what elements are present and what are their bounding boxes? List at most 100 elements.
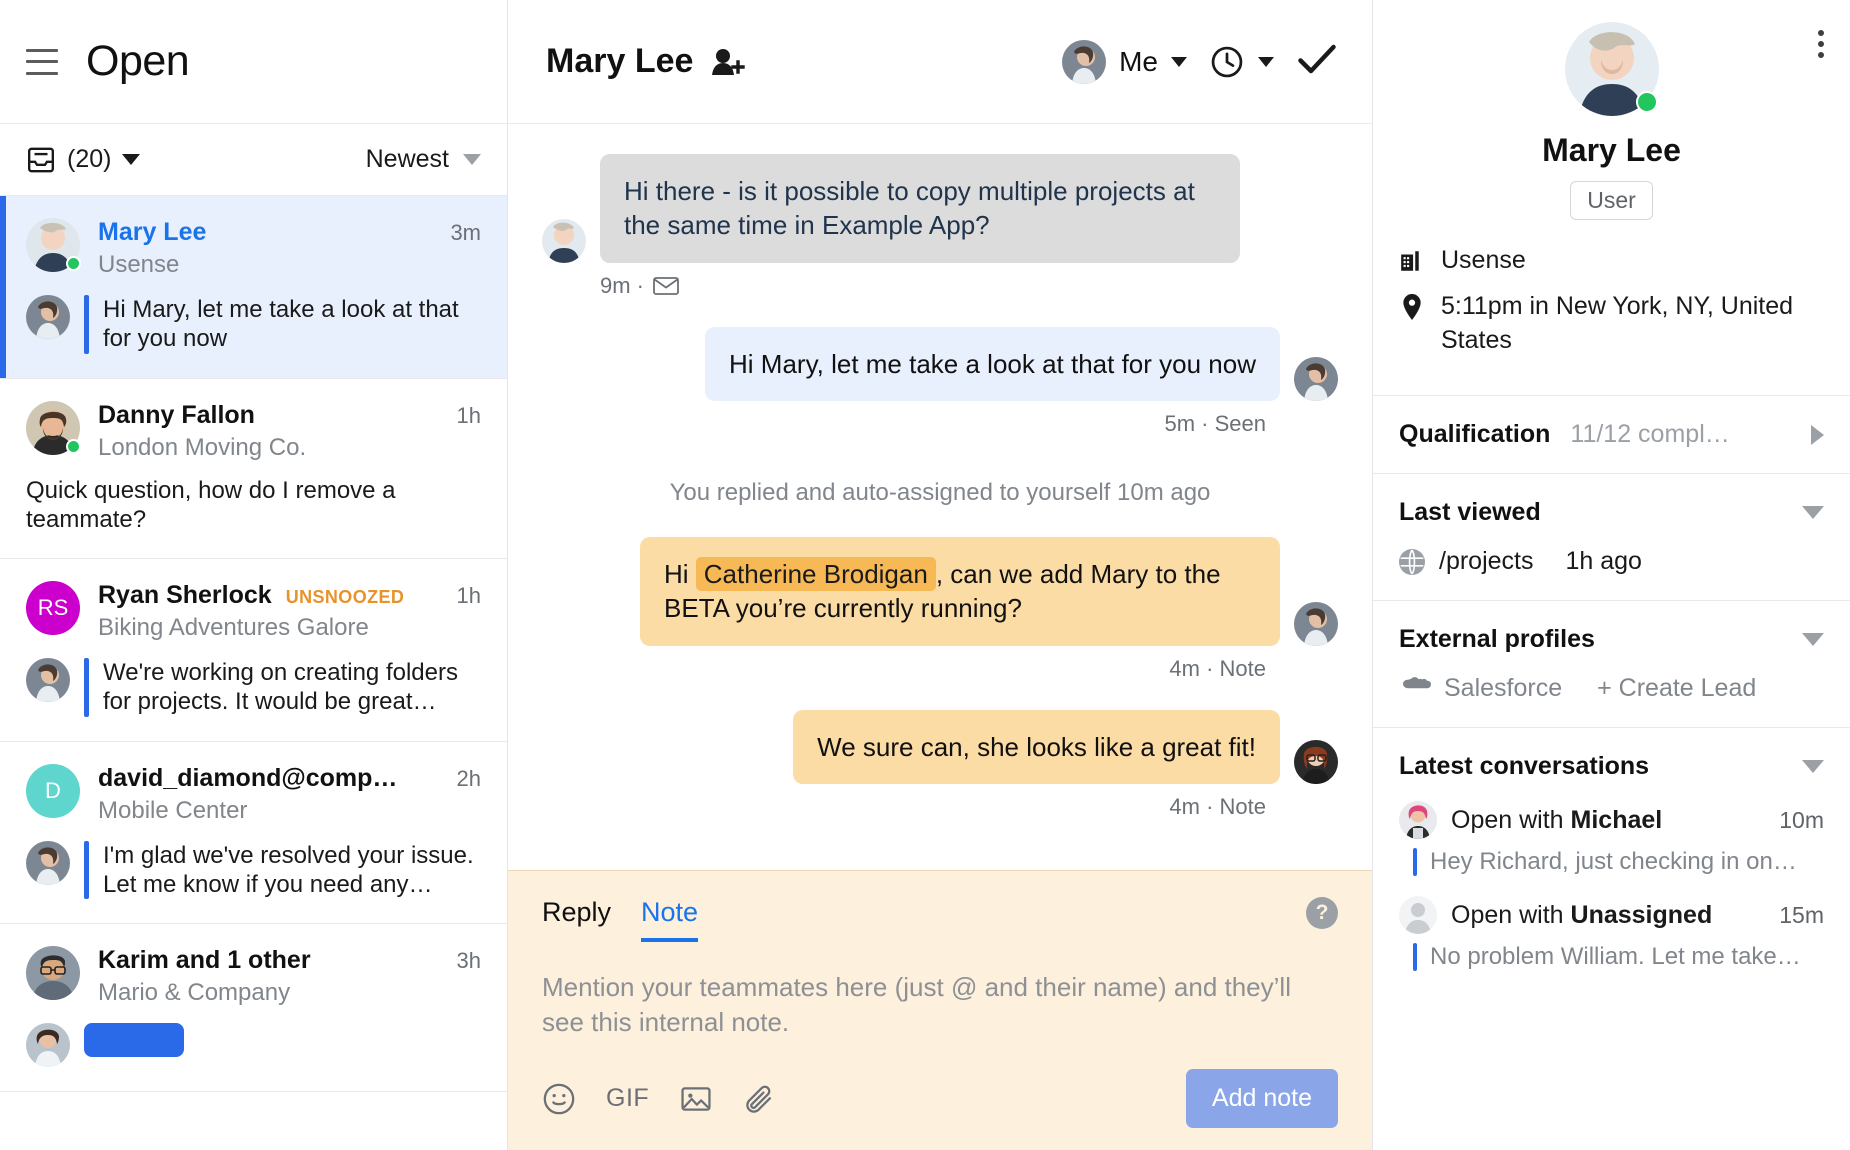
qualification-section[interactable]: Qualification 11/12 compl… [1373, 395, 1850, 473]
clock-icon [1209, 44, 1245, 80]
list-item-preview: Hi Mary, let me take a look at that for … [103, 295, 481, 354]
add-note-button[interactable]: Add note [1186, 1069, 1338, 1128]
last-viewed-item[interactable]: /projects 1h ago [1399, 547, 1824, 576]
lc-prefix: Open with [1451, 806, 1571, 834]
profile-facts: Usense 5:11pm in New York, NY, United St… [1373, 220, 1850, 395]
latest-conversation-preview: No problem William. Let me take… [1430, 943, 1801, 971]
message-bubble: Hi there - is it possible to copy multip… [600, 154, 1240, 263]
avatar [26, 841, 70, 885]
chevron-down-icon [463, 154, 481, 165]
profile-header: Mary Lee User [1373, 0, 1850, 220]
chevron-down-icon[interactable] [1802, 506, 1824, 519]
list-item[interactable]: Danny Fallon 1h London Moving Co. Quick … [0, 379, 507, 560]
list-item[interactable]: Karim and 1 other 3h Mario & Company [0, 924, 507, 1092]
close-conversation-button[interactable] [1296, 41, 1338, 82]
list-item-company: London Moving Co. [98, 434, 481, 462]
tab-note[interactable]: Note [641, 897, 698, 942]
add-person-icon[interactable] [711, 47, 745, 77]
inbox-panel: Open (20) Newest [0, 0, 508, 1150]
note-indicator-bar [1413, 848, 1417, 876]
online-indicator [1636, 91, 1658, 113]
page-title: Open [86, 37, 189, 86]
list-item-name: Karim and 1 other [98, 946, 311, 975]
list-item-preview: Quick question, how do I remove a teamma… [26, 476, 481, 535]
chevron-right-icon[interactable] [1811, 425, 1824, 445]
list-item-name: Mary Lee [98, 218, 206, 247]
list-item-time: 2h [457, 766, 481, 792]
chevron-down-icon[interactable] [1802, 633, 1824, 646]
note-indicator-bar [84, 841, 89, 900]
online-indicator [66, 256, 81, 271]
lc-assignee: Michael [1571, 806, 1663, 834]
section-title: Qualification [1399, 420, 1550, 449]
salesforce-cloud-icon [1399, 674, 1431, 703]
message-bubble: Hi Mary, let me take a look at that for … [705, 327, 1280, 401]
inbox-count-dropdown[interactable]: (20) [26, 145, 140, 174]
gif-button[interactable]: GIF [606, 1084, 649, 1113]
viewed-path: /projects [1439, 547, 1533, 576]
list-item-name: Danny Fallon [98, 401, 255, 430]
external-profiles-section: External profiles Salesforce + Create Le… [1373, 600, 1850, 727]
list-item-time: 1h [457, 403, 481, 429]
question-mark-icon[interactable]: ? [1306, 897, 1338, 929]
list-item-name: david_diamond@comp… [98, 764, 397, 793]
avatar [26, 658, 70, 702]
avatar [1294, 602, 1338, 646]
external-provider-name: Salesforce [1444, 674, 1562, 703]
composer-tabs: Reply Note ? [542, 897, 1338, 942]
message-bubble: We sure can, she looks like a great fit! [793, 710, 1280, 784]
list-item[interactable]: D david_diamond@comp… 2h Mobile Center [0, 742, 507, 925]
fact-text: Usense [1441, 244, 1526, 278]
section-title: Last viewed [1399, 498, 1541, 527]
conversation-panel: Mary Lee Me [508, 0, 1373, 1150]
list-item[interactable]: RS Ryan Sherlock UNSNOOZED 1h Biking Adv… [0, 559, 507, 742]
list-item[interactable]: Mary Lee 3m Usense Hi Mary, let me take … [0, 196, 507, 379]
note-indicator-bar [84, 295, 89, 354]
note-indicator-bar [84, 658, 89, 717]
chevron-down-icon [1171, 57, 1187, 67]
list-item-company: Biking Adventures Galore [98, 614, 481, 642]
attachment-icon[interactable] [743, 1082, 777, 1116]
avatar [1399, 801, 1437, 839]
checkmark-icon [1296, 41, 1338, 77]
kebab-menu-icon[interactable] [1818, 30, 1824, 58]
avatar [26, 1023, 70, 1067]
emoji-icon[interactable] [542, 1082, 576, 1116]
avatar-initials: RS [26, 581, 80, 635]
list-item-preview: We're working on creating folders for pr… [103, 658, 481, 717]
message-note: Hi Catherine Brodigan, can we add Mary t… [542, 537, 1338, 646]
section-title: External profiles [1399, 625, 1595, 654]
latest-conversation-item[interactable]: Open with Unassigned 15m No problem Will… [1399, 896, 1824, 971]
inbox-header: Open [0, 0, 507, 124]
avatar [1294, 357, 1338, 401]
fact-location: 5:11pm in New York, NY, United States [1399, 290, 1824, 358]
message-note: We sure can, she looks like a great fit! [542, 710, 1338, 784]
latest-conversation-item[interactable]: Open with Michael 10m Hey Richard, just … [1399, 801, 1824, 876]
image-icon[interactable] [679, 1082, 713, 1116]
conversation-title: Mary Lee [546, 42, 693, 81]
avatar [26, 401, 80, 455]
message-bubble: Hi Catherine Brodigan, can we add Mary t… [640, 537, 1280, 646]
snooze-dropdown[interactable] [1209, 44, 1274, 80]
list-item-name: Ryan Sherlock [98, 581, 272, 610]
create-lead-button[interactable]: + Create Lead [1597, 674, 1756, 703]
chevron-down-icon[interactable] [1802, 760, 1824, 773]
location-pin-icon [1399, 290, 1425, 320]
avatar [1062, 40, 1106, 84]
tab-reply[interactable]: Reply [542, 897, 611, 938]
hamburger-icon[interactable] [26, 49, 58, 75]
list-item-preview: I'm glad we've resolved your issue. Let … [103, 841, 481, 900]
system-event-text: You replied and auto-assigned to yoursel… [542, 479, 1338, 507]
lc-assignee: Unassigned [1571, 901, 1713, 929]
profile-panel: Mary Lee User Usense [1373, 0, 1850, 1150]
composer-placeholder[interactable]: Mention your teammates here (just @ and … [542, 970, 1312, 1039]
sort-dropdown[interactable]: Newest [366, 145, 481, 174]
list-item-company: Mario & Company [98, 979, 481, 1007]
mention-pill[interactable]: Catherine Brodigan [696, 557, 936, 591]
assignee-dropdown[interactable]: Me [1062, 40, 1187, 84]
inbox-count: (20) [67, 145, 111, 174]
list-item-company: Usense [98, 251, 481, 279]
chevron-down-icon [122, 154, 140, 165]
globe-icon [1399, 549, 1425, 575]
message-timestamp: 9m · [600, 273, 1338, 299]
